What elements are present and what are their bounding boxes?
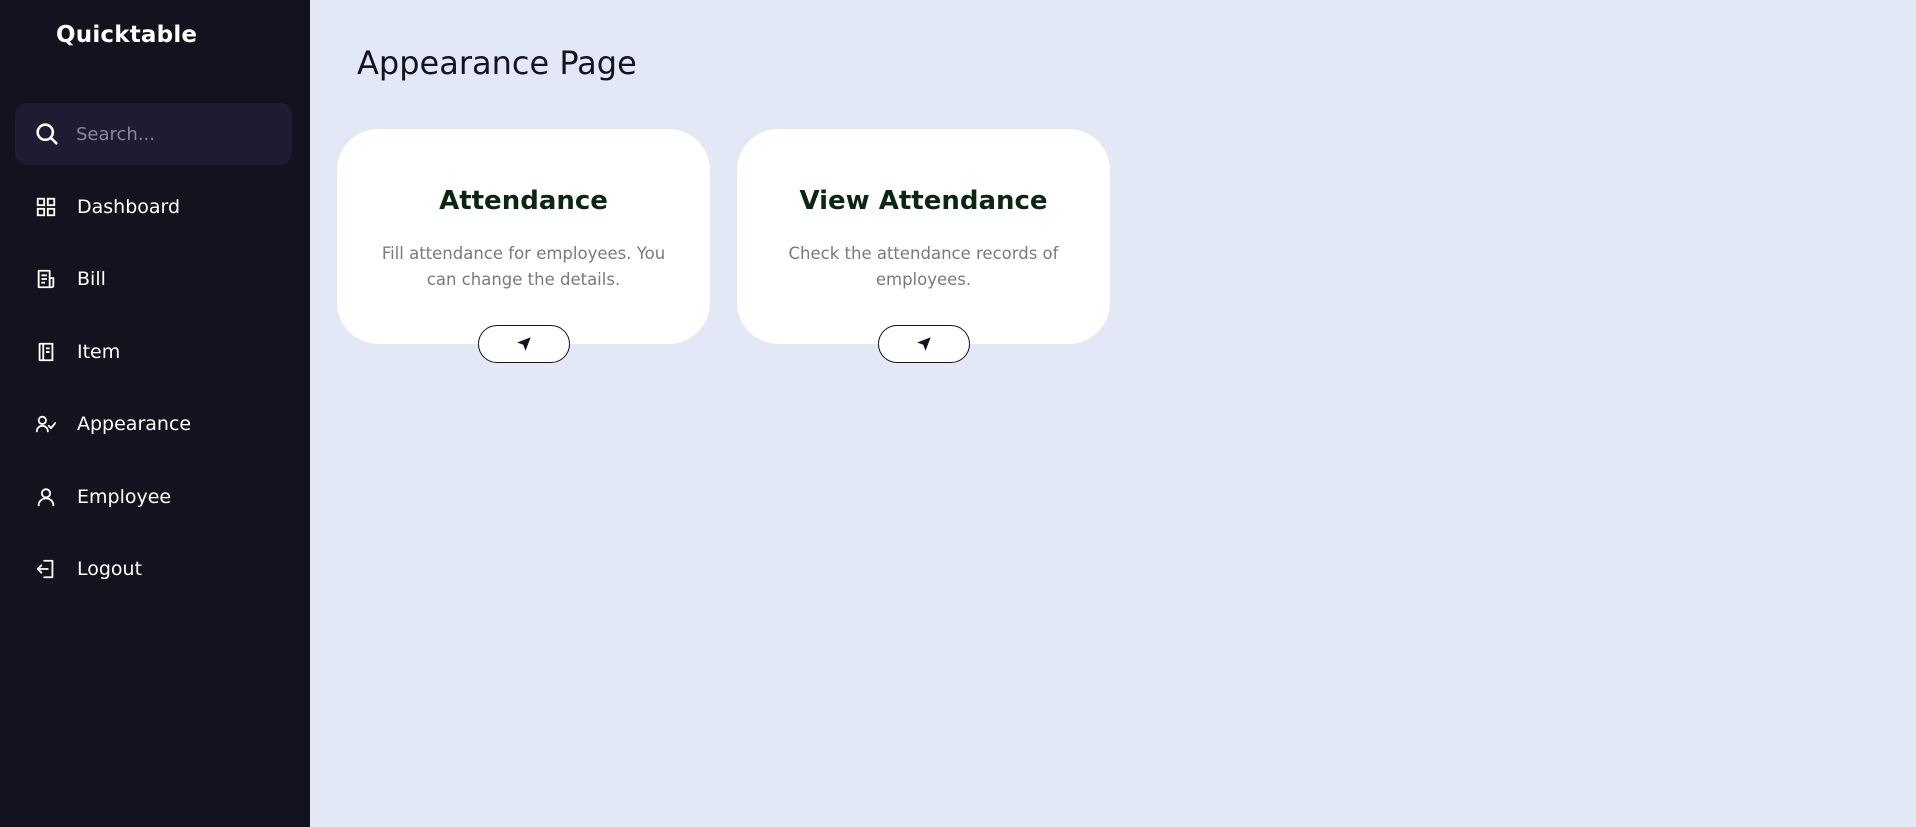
sidebar-item-label: Employee [77, 486, 172, 508]
open-view-attendance-button[interactable] [877, 325, 970, 363]
main-content: Appearance Page Attendance Fill attendan… [310, 0, 1916, 827]
bill-receipt-icon [34, 267, 58, 291]
page-title: Appearance Page [357, 44, 637, 82]
item-book-icon [34, 340, 58, 364]
send-arrow-icon [916, 337, 931, 351]
attendance-card: Attendance Fill attendance for employees… [336, 128, 711, 363]
open-attendance-button[interactable] [477, 325, 570, 363]
sidebar-item-logout[interactable]: Logout [0, 543, 310, 595]
sidebar: Quicktable Dashboard [0, 0, 310, 827]
card-title: Attendance [439, 186, 608, 216]
sidebar-item-employee[interactable]: Employee [0, 471, 310, 523]
card-description: Fill attendance for employees. You can c… [381, 244, 666, 289]
sidebar-item-bill[interactable]: Bill [0, 253, 310, 305]
logout-icon [34, 557, 58, 581]
sidebar-item-item[interactable]: Item [0, 326, 310, 378]
search-icon [36, 123, 58, 145]
card-description: Check the attendance records of employee… [788, 244, 1059, 289]
sidebar-item-label: Dashboard [77, 196, 181, 218]
search-box[interactable] [15, 103, 292, 165]
user-check-icon [34, 412, 58, 436]
send-arrow-icon [516, 337, 531, 351]
dashboard-grid-icon [34, 195, 58, 219]
sidebar-item-label: Logout [77, 558, 143, 580]
card-title: View Attendance [799, 186, 1048, 216]
view-attendance-card: View Attendance Check the attendance rec… [736, 128, 1111, 363]
search-input[interactable] [76, 123, 266, 145]
sidebar-item-label: Bill [77, 268, 106, 290]
brand-logo: Quicktable [56, 22, 198, 48]
user-icon [34, 485, 58, 509]
sidebar-item-label: Appearance [77, 413, 192, 435]
sidebar-item-dashboard[interactable]: Dashboard [0, 181, 310, 233]
sidebar-item-appearance[interactable]: Appearance [0, 398, 310, 450]
sidebar-item-label: Item [77, 341, 121, 363]
